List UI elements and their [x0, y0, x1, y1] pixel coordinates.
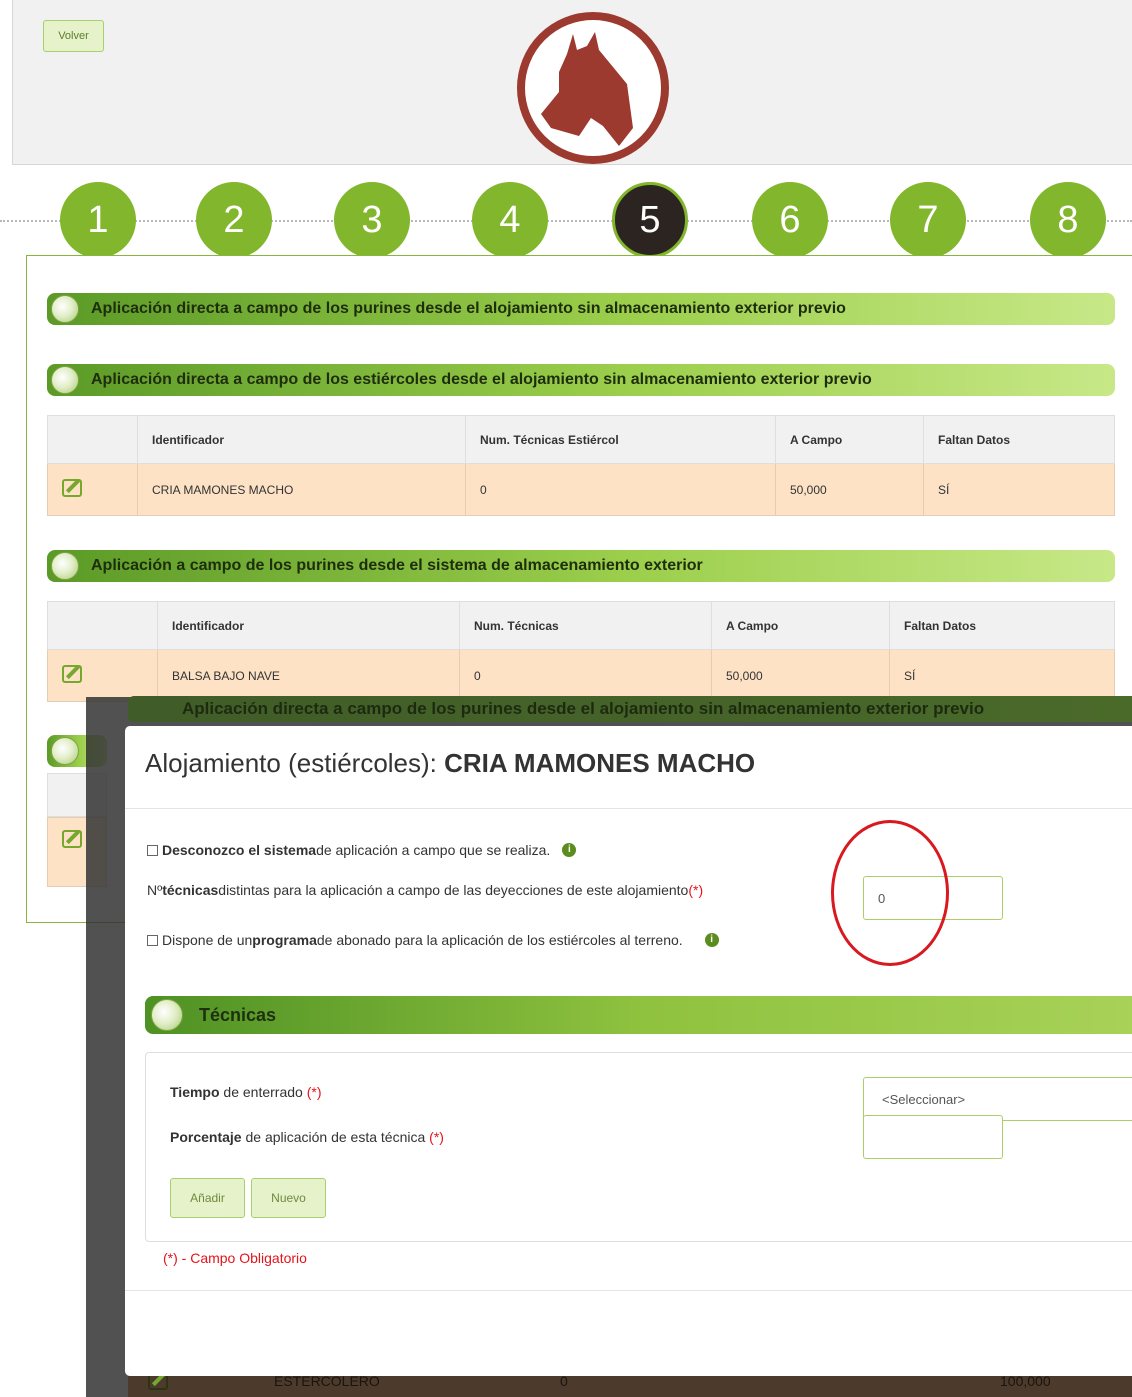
leaf-icon	[51, 737, 79, 765]
table-cell: BALSA BAJO NAVE	[157, 649, 460, 702]
add-button[interactable]: Añadir	[170, 1178, 245, 1218]
table-cell: 50,000	[711, 649, 890, 702]
program-bold: programa	[252, 932, 317, 948]
program-label: de abonado para la aplicación de los est…	[316, 932, 683, 948]
column-header: Identificador	[137, 415, 466, 464]
unknown-system-label: de aplicación a campo que se realiza.	[316, 842, 551, 858]
edit-icon	[62, 830, 82, 848]
table-header: Identificador Num. Técnicas A Campo Falt…	[47, 601, 1115, 650]
column-header: A Campo	[775, 415, 924, 464]
leaf-icon	[51, 552, 79, 580]
column-header: Faltan Datos	[889, 601, 1115, 650]
modal-title-name: CRIA MAMONES MACHO	[444, 748, 756, 778]
section-estiercoles-direct[interactable]: Aplicación directa a campo de los estiér…	[47, 364, 1115, 396]
num-techniques-label: distintas para la aplicación a campo de …	[218, 882, 689, 898]
section-purines-storage[interactable]: Aplicación a campo de los purines desde …	[47, 550, 1115, 582]
percentage-text: de aplicación de esta técnica	[241, 1129, 430, 1145]
program-checkbox[interactable]	[147, 934, 158, 946]
required-mark: (*)	[306, 1084, 322, 1100]
percentage-label: Porcentaje de aplicación de esta técnica…	[170, 1129, 444, 1145]
edit-modal: Alojamiento (estiércoles): CRIA MAMONES …	[125, 726, 1132, 1376]
page: Volver 1 2 3 4 5 6 7 8 Aplicación direct…	[0, 0, 1132, 1397]
column-header	[47, 601, 158, 650]
section-title: Aplicación directa a campo de los purine…	[91, 300, 846, 317]
leaf-icon	[51, 295, 79, 323]
column-header: Num. Técnicas Estiércol	[465, 415, 776, 464]
info-icon[interactable]: i	[562, 843, 577, 857]
techniques-title: Técnicas	[199, 1004, 277, 1025]
num-techniques-row: Nº técnicas distintas para la aplicación…	[147, 882, 703, 898]
section-purines-direct[interactable]: Aplicación directa a campo de los purine…	[47, 293, 1115, 325]
step-7[interactable]: 7	[890, 182, 966, 258]
table-cell: 0	[465, 463, 776, 516]
techniques-section-bar: Técnicas	[145, 996, 1132, 1034]
table-cell: 50,000	[775, 463, 924, 516]
header: Volver	[12, 0, 1132, 165]
column-header: Num. Técnicas	[459, 601, 712, 650]
purines-storage-table: Identificador Num. Técnicas A Campo Falt…	[47, 601, 1115, 702]
step-4[interactable]: 4	[472, 182, 548, 258]
modal-title-prefix: Alojamiento (estiércoles):	[145, 748, 445, 778]
info-icon[interactable]: i	[704, 933, 719, 947]
column-header: A Campo	[711, 601, 890, 650]
step-1[interactable]: 1	[60, 182, 136, 258]
estiercoles-table: Identificador Num. Técnicas Estiércol A …	[47, 415, 1115, 516]
unknown-system-row: Desconozco el sistema de aplicación a ca…	[147, 842, 577, 858]
divider	[125, 1290, 1132, 1291]
new-button[interactable]: Nuevo	[251, 1178, 326, 1218]
table-header: Identificador Num. Técnicas Estiércol A …	[47, 415, 1115, 464]
leaf-icon	[51, 366, 79, 394]
unknown-system-checkbox[interactable]	[147, 844, 158, 856]
unknown-system-label-bold: Desconozco el sistema	[162, 842, 317, 858]
step-6[interactable]: 6	[752, 182, 828, 258]
table-row: BALSA BAJO NAVE 0 50,000 SÍ	[47, 649, 1115, 702]
required-mark: (*)	[688, 882, 704, 898]
section-title: Aplicación directa a campo de los estiér…	[91, 371, 872, 388]
burial-time-label: Tiempo de enterrado (*)	[170, 1084, 321, 1100]
cow-logo	[517, 12, 669, 164]
step-2[interactable]: 2	[196, 182, 272, 258]
section-title: Aplicación a campo de los purines desde …	[91, 557, 703, 574]
percentage-input[interactable]	[863, 1115, 1003, 1159]
table-cell: SÍ	[923, 463, 1115, 516]
num-techniques-prefix: Nº	[147, 882, 163, 898]
percentage-bold: Porcentaje	[170, 1129, 242, 1145]
burial-time-bold: Tiempo	[170, 1084, 220, 1100]
burial-time-text: de enterrado	[219, 1084, 307, 1100]
column-header: Faltan Datos	[923, 415, 1115, 464]
program-row: Dispone de un programa de abonado para l…	[147, 932, 719, 948]
back-button[interactable]: Volver	[43, 20, 104, 52]
highlight-circle	[831, 820, 949, 966]
program-prefix: Dispone de un	[162, 932, 253, 948]
leaf-icon	[151, 999, 183, 1031]
column-header: Identificador	[157, 601, 460, 650]
required-mark: (*)	[429, 1129, 444, 1145]
table-cell: 0	[459, 649, 712, 702]
divider	[125, 808, 1132, 809]
column-header	[47, 415, 138, 464]
modal-title: Alojamiento (estiércoles): CRIA MAMONES …	[145, 748, 755, 779]
table-row: CRIA MAMONES MACHO 0 50,000 SÍ	[47, 463, 1115, 516]
step-3[interactable]: 3	[334, 182, 410, 258]
step-8[interactable]: 8	[1030, 182, 1106, 258]
table-cell: CRIA MAMONES MACHO	[137, 463, 466, 516]
backdrop-section-bar: Aplicación directa a campo de los purine…	[128, 696, 1132, 722]
edit-icon[interactable]	[62, 479, 82, 497]
edit-cell[interactable]	[47, 649, 158, 702]
required-note: (*) - Campo Obligatorio	[163, 1250, 307, 1266]
edit-cell[interactable]	[47, 463, 138, 516]
technique-form: Tiempo de enterrado (*) <Seleccionar> Po…	[145, 1052, 1132, 1242]
edit-icon[interactable]	[62, 665, 82, 683]
table-cell: SÍ	[889, 649, 1115, 702]
step-5-active[interactable]: 5	[612, 182, 688, 258]
num-techniques-bold: técnicas	[162, 882, 219, 898]
